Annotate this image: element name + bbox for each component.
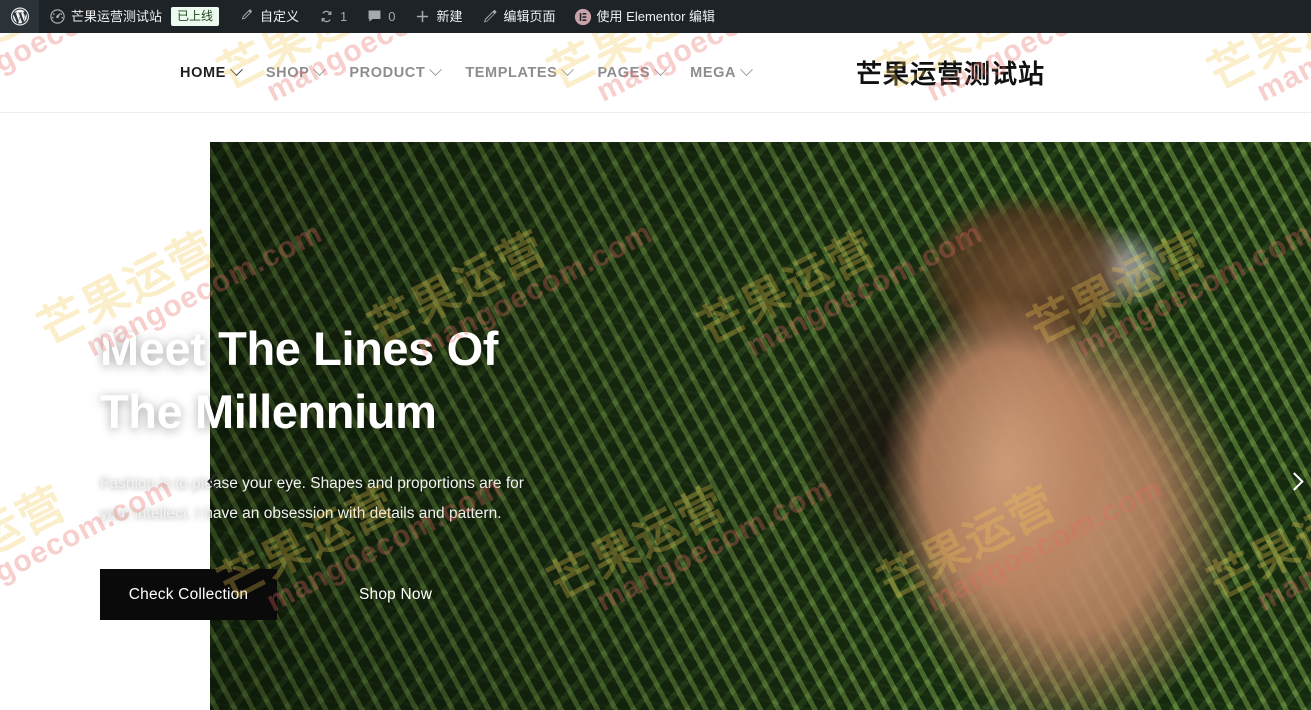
hero-title-line-2: The Millennium	[100, 384, 437, 438]
chevron-down-icon	[429, 63, 443, 77]
site-title-link[interactable]: 芒果运营测试站	[856, 59, 1045, 89]
admin-bar-customize-label: 自定义	[260, 9, 300, 24]
primary-nav: HOME SHOP PRODUCT TEMPLATES PAGES MEGA	[180, 63, 753, 81]
nav-item-templates-label: TEMPLATES	[465, 64, 558, 81]
nav-item-templates[interactable]: TEMPLATES	[465, 63, 575, 81]
chevron-left-glyph	[206, 471, 226, 491]
admin-bar-new-label: 新建	[436, 9, 463, 24]
site-status-badge: 已上线	[171, 7, 220, 26]
admin-bar-edit-page-label: 编辑页面	[503, 9, 556, 24]
plus-icon	[414, 8, 432, 26]
admin-bar-comments[interactable]: 0	[356, 0, 404, 33]
chevron-right-glyph	[1284, 471, 1304, 491]
nav-item-shop[interactable]: SHOP	[265, 63, 327, 81]
shop-now-button[interactable]: Shop Now	[329, 569, 462, 620]
nav-item-shop-label: SHOP	[265, 64, 310, 81]
admin-bar-updates-count: 1	[340, 9, 348, 24]
nav-item-mega-label: MEGA	[690, 64, 737, 81]
nav-item-home-label: HOME	[180, 64, 226, 81]
hero-title-line-1: Meet The Lines Of	[100, 322, 498, 375]
check-collection-button[interactable]: Check Collection	[100, 569, 277, 621]
hero-description: Fashion is to please your eye. Shapes an…	[100, 475, 524, 523]
nav-item-mega[interactable]: MEGA	[690, 63, 753, 81]
nav-item-home[interactable]: HOME	[180, 63, 243, 81]
chevron-down-icon	[313, 63, 327, 77]
chevron-down-icon	[654, 63, 668, 77]
admin-bar-edit-page[interactable]: 编辑页面	[472, 0, 565, 33]
site-header: HOME SHOP PRODUCT TEMPLATES PAGES MEGA 芒…	[0, 33, 1311, 113]
admin-bar-edit-with-elementor[interactable]: 使用 Elementor 编辑	[565, 0, 724, 33]
chevron-right-icon[interactable]	[1277, 464, 1311, 498]
admin-bar-site-name[interactable]: 芒果运营测试站 已上线	[39, 0, 228, 33]
hero-title: Meet The Lines Of The Millennium	[100, 318, 660, 443]
wordpress-icon	[11, 7, 29, 26]
brush-icon	[237, 8, 255, 26]
admin-bar-comments-count: 0	[388, 9, 396, 24]
wordpress-logo-button[interactable]	[0, 0, 39, 33]
admin-bar-updates[interactable]: 1	[308, 0, 356, 33]
nav-item-pages[interactable]: PAGES	[597, 63, 668, 81]
nav-item-product-label: PRODUCT	[349, 64, 426, 81]
admin-bar-customize[interactable]: 自定义	[228, 0, 308, 33]
admin-bar-new[interactable]: 新建	[405, 0, 472, 33]
updates-icon	[317, 8, 335, 26]
admin-bar-site-name-label: 芒果运营测试站	[71, 9, 163, 24]
nav-item-product[interactable]: PRODUCT	[349, 63, 443, 81]
pencil-icon	[481, 8, 499, 26]
dashboard-icon	[48, 8, 66, 26]
nav-item-pages-label: PAGES	[597, 64, 651, 81]
wp-admin-bar: 芒果运营测试站 已上线 自定义 1 0 新建 编辑页面 使用 Elementor…	[0, 0, 1311, 33]
hero-content: Meet The Lines Of The Millennium Fashion…	[100, 318, 660, 621]
hero-actions: Check Collection Shop Now	[100, 569, 660, 621]
comment-icon	[365, 8, 383, 26]
chevron-left-icon[interactable]	[199, 464, 233, 498]
chevron-down-icon	[740, 63, 753, 77]
admin-bar-elementor-label: 使用 Elementor 编辑	[596, 9, 716, 24]
chevron-down-icon	[561, 63, 575, 77]
elementor-icon	[574, 8, 592, 26]
hero-slider: Meet The Lines Of The Millennium Fashion…	[0, 113, 1311, 710]
chevron-down-icon	[230, 63, 243, 77]
